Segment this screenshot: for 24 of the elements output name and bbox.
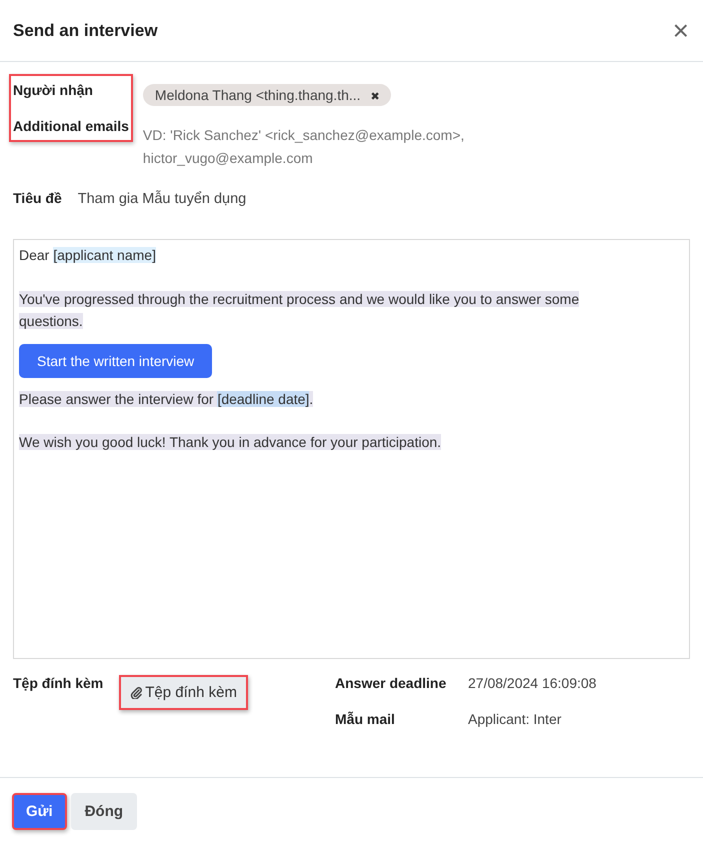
- emails-field[interactable]: VD: 'Rick Sanchez' <rick_sanchez@example.com>, hictor_vugo@example.com: [142, 124, 493, 170]
- send-button[interactable]: Gửi: [12, 792, 67, 830]
- field-label: Tiêu đề: [13, 190, 62, 206]
- attach-button[interactable]: Tệp đính kèm: [119, 675, 248, 710]
- body-paragraph: You've progressed through the recruitment process and we would like you to answer some questions.: [19, 290, 580, 331]
- body-paragraph: Please answer the interview for [deadline date].: [19, 390, 314, 409]
- body-paragraph: We wish you good luck! Thank you in advance for your participation.: [19, 433, 442, 452]
- paperclip-icon: [130, 686, 142, 699]
- body-editor[interactable]: [13, 239, 690, 659]
- recipient-tag[interactable]: Meldona Thang <thing.thang.th... ✖: [142, 84, 392, 106]
- body-paragraph: Dear [applicant name]: [19, 246, 157, 265]
- close-button[interactable]: ×: [668, 16, 693, 44]
- field-label: Người nhận: [13, 82, 94, 98]
- field-label: Answer deadline: [335, 675, 448, 691]
- dialog-title: Send an interview: [13, 20, 158, 40]
- start-interview-button[interactable]: Start the written interview: [19, 344, 212, 378]
- field-label: Additional emails: [13, 118, 129, 134]
- field-value[interactable]: Applicant: Inter: [468, 711, 562, 727]
- close-dialog-button[interactable]: Đóng: [70, 792, 138, 830]
- remove-icon[interactable]: ✖: [370, 91, 380, 103]
- field-label: Tệp đính kèm: [13, 675, 104, 691]
- field-label: Mẫu mail: [335, 711, 396, 727]
- field-value[interactable]: 27/08/2024 16:09:08: [468, 675, 596, 691]
- subject-field[interactable]: Tham gia Mẫu tuyển dụng: [78, 191, 246, 207]
